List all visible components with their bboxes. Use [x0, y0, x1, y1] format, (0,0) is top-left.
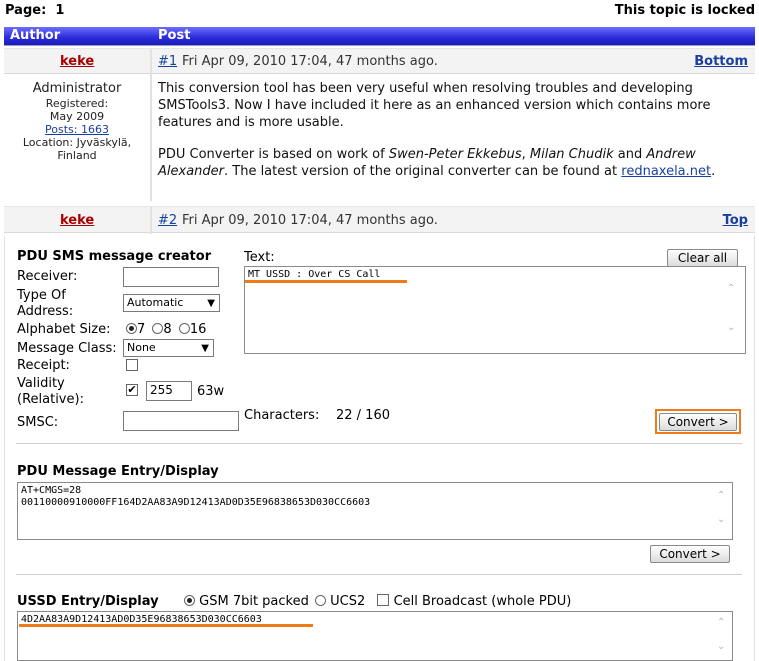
message-class-select[interactable]: None ▼	[123, 339, 214, 357]
message-class-label: Message Class:	[17, 341, 117, 356]
page-label: Page:	[5, 3, 47, 18]
post-column-header: Post	[158, 28, 191, 43]
page-indicator: Page: 1	[5, 3, 64, 18]
chevron-down-icon: ▼	[201, 343, 209, 354]
ussd-title: USSD Entry/Display	[17, 594, 159, 609]
type-of-address-select[interactable]: Automatic ▼	[123, 294, 220, 312]
creator-title: PDU SMS message creator	[17, 249, 212, 264]
scroll-up-icon[interactable]: ⌃	[727, 283, 756, 294]
alphabet-size-options: 7 8 16	[126, 322, 206, 338]
author-posts-link[interactable]: Posts: 1663	[45, 123, 109, 136]
receipt-label: Receipt:	[17, 358, 70, 373]
clear-all-button[interactable]: Clear all	[667, 249, 738, 267]
credit-name-1: Swen-Peter Ekkebus	[388, 147, 522, 162]
author-location: Location: Jyväskylä, Finland	[22, 136, 132, 162]
ussd-encoding-options: GSM 7bit packed UCS2 Cell Broadcast (who…	[184, 594, 571, 610]
type-of-address-label-1: Type Of	[17, 288, 66, 303]
page-topbar: Page: 1 This topic is locked	[0, 0, 759, 26]
checkmark-icon: ✔	[127, 383, 137, 396]
cell-broadcast-label: Cell Broadcast (whole PDU)	[393, 594, 572, 609]
scroll-down-icon[interactable]: ⌄	[717, 514, 756, 525]
top-link[interactable]: Top	[723, 213, 748, 228]
ucs2-radio[interactable]	[315, 595, 327, 606]
post-1-paragraph-2: PDU Converter is based on work of Swen-P…	[158, 147, 716, 179]
pdu-convert-button[interactable]: Convert >	[650, 545, 730, 563]
text-label: Text:	[244, 250, 275, 265]
message-class-value: None	[127, 341, 156, 354]
post-2-author-link[interactable]: keke	[60, 213, 94, 228]
section-divider	[16, 443, 742, 444]
convert-button[interactable]: Convert >	[659, 413, 737, 431]
message-text-value: MT USSD : Over CS Call	[248, 269, 381, 280]
scroll-up-icon[interactable]: ⌃	[717, 490, 756, 501]
alphabet-16-radio[interactable]	[178, 323, 190, 334]
gsm-7bit-label: GSM 7bit packed	[199, 594, 309, 609]
validity-unit: 63w	[197, 384, 225, 399]
ussd-text-area[interactable]: 4D2AA83A9D12413AD0D35E96838653D030CC6603	[17, 611, 733, 661]
author-role: Administrator	[32, 81, 122, 96]
post-2-header: keke #2 Fri Apr 09, 2010 17:04, 47 month…	[4, 206, 755, 234]
column-divider	[150, 75, 152, 201]
validity-label-2: (Relative):	[17, 392, 84, 407]
rednaxela-link[interactable]: rednaxela.net	[621, 164, 711, 179]
receipt-checkbox[interactable]	[126, 359, 138, 371]
post-1-content: This conversion tool has been very usefu…	[158, 80, 743, 180]
column-divider	[150, 207, 152, 234]
post-1-date: Fri Apr 09, 2010 17:04, 47 months ago.	[182, 54, 438, 69]
validity-input[interactable]: 255	[146, 381, 192, 401]
cell-broadcast-checkbox[interactable]	[377, 594, 390, 606]
post-2-permalink[interactable]: #2	[158, 213, 177, 228]
post-1-author-link[interactable]: keke	[60, 54, 94, 69]
type-of-address-label-2: Address:	[17, 304, 74, 319]
registered-date: May 2009	[49, 110, 105, 123]
pdu-entry-line-2: 00110000910000FF164D2AA83A9D12413AD0D35E…	[21, 497, 371, 508]
post-2-date: Fri Apr 09, 2010 17:04, 47 months ago.	[182, 213, 438, 228]
credit-name-2: Milan Chudik	[529, 147, 614, 162]
alphabet-16-label: 16	[189, 322, 207, 337]
registered-label: Registered:	[45, 97, 109, 110]
receiver-input[interactable]	[123, 267, 219, 287]
topic-locked-notice: This topic is locked	[614, 3, 755, 18]
ussd-highlight-underline	[19, 624, 313, 627]
type-of-address-value: Automatic	[127, 296, 184, 309]
alphabet-8-radio[interactable]	[152, 323, 164, 334]
section-divider	[16, 574, 742, 575]
post-1-permalink[interactable]: #1	[158, 54, 177, 69]
scroll-down-icon[interactable]: ⌄	[727, 322, 756, 333]
pdu-entry-line-1: AT+CMGS=28	[21, 485, 82, 496]
scroll-down-icon[interactable]: ⌄	[717, 641, 756, 652]
characters-label: Characters:	[244, 408, 320, 423]
author-column-header: Author	[10, 28, 61, 43]
scroll-up-icon[interactable]: ⌃	[717, 617, 756, 628]
page-number: 1	[55, 3, 65, 18]
alphabet-8-label: 8	[163, 322, 172, 337]
pdu-entry-title: PDU Message Entry/Display	[17, 464, 219, 479]
bottom-link[interactable]: Bottom	[694, 54, 748, 69]
gsm-7bit-radio[interactable]	[184, 595, 195, 606]
pdu-entry-text-area[interactable]: AT+CMGS=28 00110000910000FF164D2AA83A9D12…	[17, 482, 733, 540]
chevron-down-icon: ▼	[207, 298, 215, 309]
post-1-header: keke #1 Fri Apr 09, 2010 17:04, 47 month…	[4, 48, 755, 75]
alphabet-size-label: Alphabet Size:	[17, 322, 111, 337]
validity-label-1: Validity	[17, 376, 65, 391]
validity-checkbox[interactable]: ✔	[126, 384, 138, 396]
table-header: Author Post	[4, 27, 755, 46]
post-1-body: Administrator Registered: May 2009 Posts…	[4, 75, 755, 201]
characters-count: 22 / 160	[336, 408, 390, 423]
ucs2-label: UCS2	[330, 594, 366, 609]
smsc-input[interactable]	[123, 411, 239, 431]
column-divider	[150, 49, 152, 75]
post-1-paragraph-1: This conversion tool has been very usefu…	[158, 81, 711, 130]
text-highlight-underline	[245, 280, 407, 283]
smsc-label: SMSC:	[17, 415, 59, 430]
post-1-author-info: Administrator Registered: May 2009 Posts…	[4, 81, 150, 162]
receiver-label: Receiver:	[17, 269, 78, 284]
alphabet-7-radio[interactable]	[126, 323, 137, 334]
alphabet-7-label: 7	[137, 322, 146, 337]
